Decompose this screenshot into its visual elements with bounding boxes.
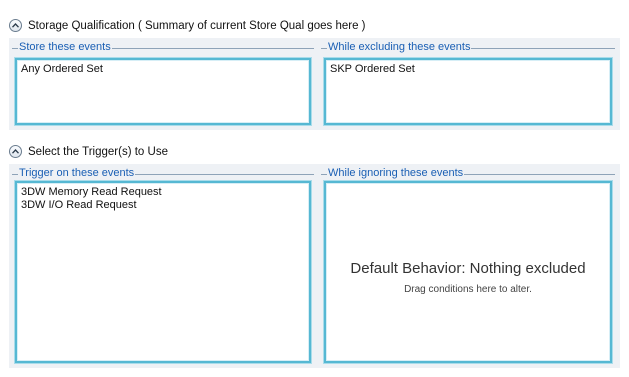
trigger-events-title: Trigger on these events [18, 167, 136, 179]
trigger-setup-panel: { "storage": { "header": "Storage Qualif… [0, 0, 629, 377]
drag-hint-text: Drag conditions here to alter. [404, 284, 532, 295]
default-behavior-text: Default Behavior: Nothing excluded [350, 260, 586, 277]
trigger-collapse-button[interactable] [9, 145, 22, 158]
storage-collapse-button[interactable] [9, 19, 22, 32]
chevron-up-icon [12, 23, 19, 28]
ignore-events-group: While ignoring these events Default Beha… [321, 167, 615, 366]
list-item[interactable]: 3DW Memory Read Request [21, 186, 305, 199]
chevron-up-icon [12, 149, 19, 154]
store-events-title: Store these events [18, 41, 112, 53]
select-trigger-title: Select the Trigger(s) to Use [28, 145, 168, 158]
exclude-events-title: While excluding these events [327, 41, 472, 53]
ignore-events-title: While ignoring these events [327, 167, 465, 179]
trigger-events-drop-area[interactable]: 3DW Memory Read Request 3DW I/O Read Req… [15, 181, 311, 363]
exclude-events-group: While excluding these events SKP Ordered… [321, 41, 615, 128]
select-trigger-header: Select the Trigger(s) to Use [9, 145, 168, 158]
list-item[interactable]: Any Ordered Set [21, 63, 305, 76]
ignore-events-drop-area[interactable]: Default Behavior: Nothing excluded Drag … [324, 181, 612, 363]
trigger-events-group: Trigger on these events 3DW Memory Read … [12, 167, 314, 366]
list-item[interactable]: 3DW I/O Read Request [21, 199, 305, 212]
store-events-drop-area[interactable]: Any Ordered Set [15, 58, 311, 125]
list-item[interactable]: SKP Ordered Set [330, 63, 606, 76]
exclude-events-drop-area[interactable]: SKP Ordered Set [324, 58, 612, 125]
store-events-group: Store these events Any Ordered Set [12, 41, 314, 128]
storage-qualification-title: Storage Qualification ( Summary of curre… [28, 19, 366, 32]
storage-qualification-header: Storage Qualification ( Summary of curre… [9, 19, 366, 32]
